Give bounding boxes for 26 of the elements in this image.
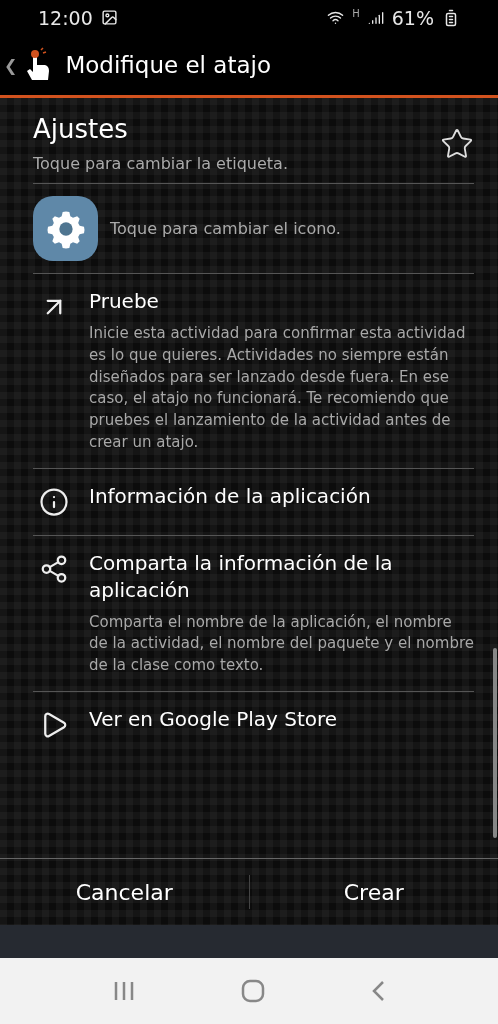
back-button[interactable]: ❮ [4,55,18,75]
back-icon[interactable] [371,980,385,1002]
home-icon[interactable] [241,979,265,1003]
share-icon [39,553,69,584]
network-type: H [352,8,360,19]
info-icon [39,486,69,517]
app-icon[interactable] [33,196,98,261]
action-title[interactable]: Comparta la información de la aplicación [89,549,474,604]
action-description: Inicie esta actividad para confirmar esta actividad es lo que quieres. Actividades no siempre están diseñados para ser lanzado desde fuera. En ese caso, el atajo no funcionará. Te recomiendo que pruebes el lanzamiento de la actividad antes de crear un atajo. [89,323,467,453]
wifi-icon [327,9,345,26]
recents-icon[interactable] [113,981,135,1001]
screen-title: Modifique el atajo [65,52,271,78]
battery-level: 61% [391,6,434,29]
icon-hint: Toque para cambiar el icono. [110,219,341,238]
shortcut-label[interactable]: Ajustes [33,114,440,144]
action-title[interactable]: Pruebe [89,288,474,315]
image-icon [100,9,118,26]
action-title[interactable]: Información de la aplicación [89,482,474,510]
cancel-button[interactable]: Cancelar [0,859,249,925]
clock: 12:00 [38,6,93,29]
action-title[interactable]: Ver en Google Play Store [89,705,474,733]
create-button[interactable]: Crear [249,859,498,925]
star-icon[interactable] [440,126,474,161]
action-description: Comparta el nombre de la aplicación, el nombre de la actividad, el nombre del paquete y el nombre de la clase como texto. [89,611,474,676]
label-hint: Toque para cambiar la etiqueta. [33,154,289,173]
signal-icon [367,9,384,26]
